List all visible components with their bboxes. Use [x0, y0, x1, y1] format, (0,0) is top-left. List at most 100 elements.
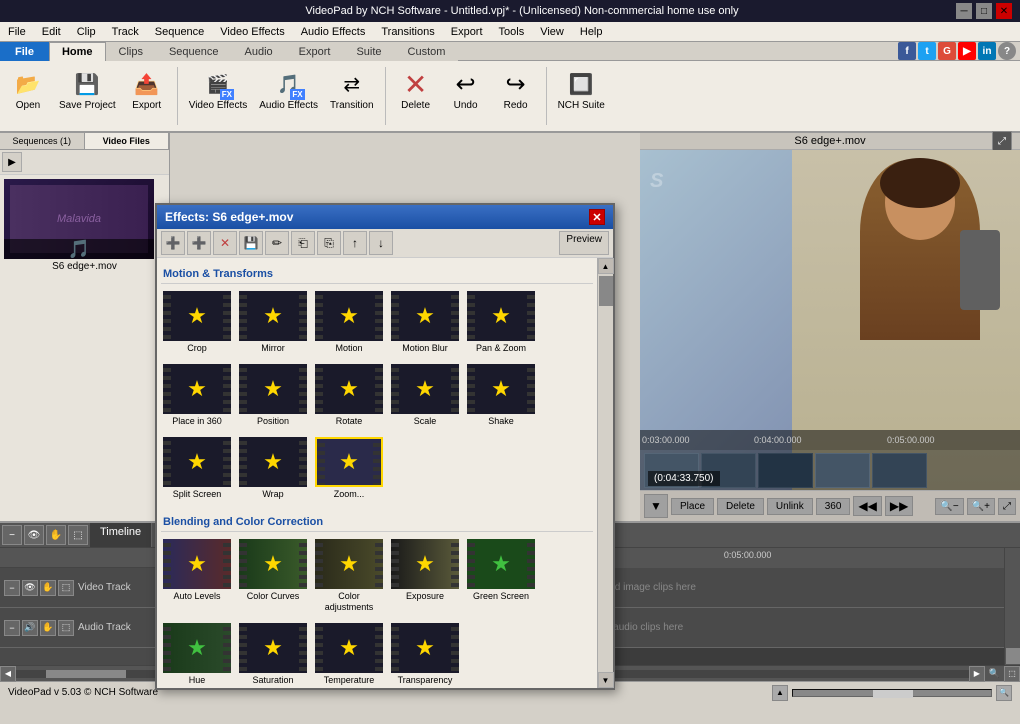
tab-export[interactable]: Export	[286, 42, 344, 61]
window-controls[interactable]: ─ □ ✕	[956, 3, 1012, 19]
zoom-out-button[interactable]: 🔍−	[935, 498, 963, 515]
effect-mirror[interactable]: ★ Mirror	[237, 288, 309, 357]
status-search-button[interactable]: 🔍	[996, 685, 1012, 701]
remove-effect-button[interactable]: ✕	[213, 231, 237, 255]
move-down-button[interactable]: ↓	[369, 231, 393, 255]
effect-transparency[interactable]: ★ Transparency	[389, 620, 461, 688]
360-button[interactable]: 360	[816, 498, 851, 515]
effect-motion[interactable]: ★ Motion	[313, 288, 385, 357]
menu-help[interactable]: Help	[572, 24, 611, 40]
video-effects-button[interactable]: 🎬 FX Video Effects	[184, 65, 253, 114]
effect-place-360[interactable]: ★ Place in 360	[161, 361, 233, 430]
delete-button[interactable]: ✕ Delete	[392, 65, 440, 114]
minimize-button[interactable]: ─	[956, 3, 972, 19]
open-button[interactable]: 📂 Open	[4, 65, 52, 114]
tab-video-files[interactable]: Video Files	[85, 133, 170, 149]
effect-color-adjustments[interactable]: ★ Color adjustments	[313, 536, 385, 616]
menu-sequence[interactable]: Sequence	[147, 24, 213, 40]
menu-file[interactable]: File	[0, 24, 34, 40]
effect-shake[interactable]: ★ Shake	[465, 361, 537, 430]
menu-view[interactable]: View	[532, 24, 572, 40]
timeline-vscroll-thumb[interactable]	[1006, 648, 1020, 664]
save-project-button[interactable]: 💾 Save Project	[54, 65, 121, 114]
effect-hue[interactable]: ★ Hue	[161, 620, 233, 688]
effects-scrollbar[interactable]: ▲ ▼	[597, 258, 613, 688]
video-minus-icon[interactable]: −	[4, 580, 20, 596]
effect-crop[interactable]: ★ Crop	[161, 288, 233, 357]
audio-hand-icon[interactable]: ✋	[40, 620, 56, 636]
fit-button[interactable]: ⤢	[998, 498, 1016, 515]
prev-frame-button[interactable]: ◀◀	[853, 496, 881, 516]
scroll-track[interactable]	[598, 274, 613, 672]
effect-motion-blur[interactable]: ★ Motion Blur	[389, 288, 461, 357]
copy-effect-button[interactable]: ⎗	[291, 231, 315, 255]
effect-auto-levels[interactable]: ★ Auto Levels	[161, 536, 233, 616]
tl-minus-button[interactable]: −	[2, 525, 22, 545]
export-button[interactable]: 📤 Export	[123, 65, 171, 114]
effect-pan-zoom[interactable]: ★ Pan & Zoom	[465, 288, 537, 357]
status-scroll-thumb[interactable]	[873, 690, 913, 698]
effect-wrap[interactable]: ★ Wrap	[237, 434, 309, 503]
effect-zoom[interactable]: ★ Zoom...	[313, 434, 385, 503]
next-frame-button[interactable]: ▶▶	[885, 496, 913, 516]
youtube-icon[interactable]: ▶	[958, 42, 976, 60]
split-button[interactable]: Delete	[717, 498, 764, 515]
move-up-button[interactable]: ↑	[343, 231, 367, 255]
effect-split-screen[interactable]: ★ Split Screen	[161, 434, 233, 503]
video-select-icon[interactable]: ⬚	[58, 580, 74, 596]
zoom-fit-button[interactable]: ⬚	[1004, 666, 1020, 682]
effect-saturation[interactable]: ★ Saturation	[237, 620, 309, 688]
tl-hand-button[interactable]: ✋	[46, 525, 66, 545]
scroll-up-arrow[interactable]: ▲	[598, 258, 614, 274]
effect-exposure[interactable]: ★ Exposure	[389, 536, 461, 616]
dialog-close-button[interactable]: ✕	[589, 209, 605, 225]
preview-button[interactable]: Preview	[559, 231, 609, 255]
status-up-button[interactable]: ▲	[772, 685, 788, 701]
tab-suite[interactable]: Suite	[343, 42, 394, 61]
panel-tool-icon[interactable]: ▶	[2, 152, 22, 172]
menu-tools[interactable]: Tools	[491, 24, 533, 40]
maximize-button[interactable]: □	[976, 3, 992, 19]
audio-eye-icon[interactable]: 🔊	[22, 620, 38, 636]
menu-clip[interactable]: Clip	[69, 24, 104, 40]
google-icon[interactable]: G	[938, 42, 956, 60]
zoom-in-button[interactable]: 🔍+	[967, 498, 995, 515]
timeline-vscroll[interactable]	[1004, 548, 1020, 665]
redo-button[interactable]: ↪ Redo	[492, 65, 540, 114]
menu-edit[interactable]: Edit	[34, 24, 69, 40]
add-effect-green-button[interactable]: ➕	[161, 231, 185, 255]
scroll-thumb[interactable]	[599, 276, 613, 306]
menu-audio-effects[interactable]: Audio Effects	[293, 24, 374, 40]
menu-video-effects[interactable]: Video Effects	[212, 24, 292, 40]
twitter-icon[interactable]: t	[918, 42, 936, 60]
menu-transitions[interactable]: Transitions	[373, 24, 442, 40]
undo-button[interactable]: ↩ Undo	[442, 65, 490, 114]
video-hand-icon[interactable]: ✋	[40, 580, 56, 596]
effect-scale[interactable]: ★ Scale	[389, 361, 461, 430]
tab-audio[interactable]: Audio	[232, 42, 286, 61]
menu-export[interactable]: Export	[443, 24, 491, 40]
hscroll-right-button[interactable]: ▶	[969, 666, 985, 682]
paste-effect-button[interactable]: ⎘	[317, 231, 341, 255]
video-eye-icon[interactable]: 👁	[22, 580, 38, 596]
facebook-icon[interactable]: f	[898, 42, 916, 60]
place-label-button[interactable]: Place	[671, 498, 714, 515]
audio-select-icon[interactable]: ⬚	[58, 620, 74, 636]
effect-color-curves[interactable]: ★ Color Curves	[237, 536, 309, 616]
tab-home[interactable]: Home	[49, 42, 106, 61]
effect-temperature[interactable]: ★ Temperature	[313, 620, 385, 688]
help-icon[interactable]: ?	[998, 42, 1016, 60]
tab-sequences[interactable]: Sequences (1)	[0, 133, 85, 149]
hscroll-thumb[interactable]	[46, 670, 126, 678]
nch-suite-button[interactable]: 🔲 NCH Suite	[553, 65, 610, 114]
video-file-item[interactable]: Malavida 🎵 S6 edge+.mov	[0, 175, 169, 278]
linkedin-icon[interactable]: in	[978, 42, 996, 60]
menu-track[interactable]: Track	[104, 24, 147, 40]
hscroll-left-button[interactable]: ◀	[0, 666, 16, 682]
effect-rotate[interactable]: ★ Rotate	[313, 361, 385, 430]
transition-button[interactable]: ⇄ Transition	[325, 65, 379, 114]
effect-green-screen[interactable]: ★ Green Screen	[465, 536, 537, 616]
place-button[interactable]: ▼	[644, 494, 668, 518]
tab-clips[interactable]: Clips	[106, 42, 156, 61]
tl-select-button[interactable]: ⬚	[68, 525, 88, 545]
